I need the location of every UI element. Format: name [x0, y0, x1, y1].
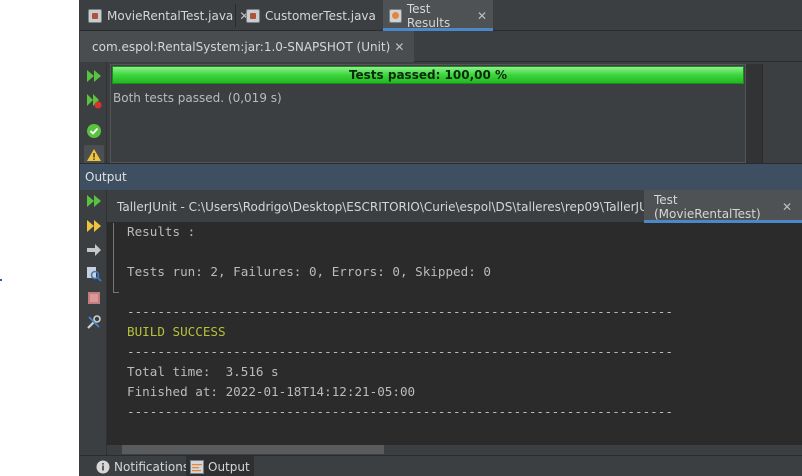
- info-icon: [96, 460, 110, 473]
- output-button[interactable]: Output: [186, 456, 254, 476]
- tab-label: CustomerTest.java: [265, 8, 376, 23]
- notifications-button[interactable]: Notifications: [92, 456, 193, 476]
- desktop-background: [0, 0, 80, 476]
- results-side-panel: [762, 64, 802, 163]
- scrollbar-thumb[interactable]: [122, 445, 384, 454]
- close-icon[interactable]: ✕: [394, 40, 404, 54]
- run-config-bar: com.espol:RentalSystem:jar:1.0-SNAPSHOT …: [80, 31, 802, 62]
- output-window-icon: [190, 459, 204, 474]
- output-title: Output: [85, 170, 127, 184]
- output-tab-label: Test (MovieRentalTest): [654, 192, 761, 221]
- arrow-right-icon[interactable]: [84, 240, 104, 260]
- close-icon[interactable]: ✕: [477, 9, 487, 23]
- tab-movie-rental-test[interactable]: MovieRentalTest.java ✕: [82, 0, 255, 31]
- horizontal-scrollbar[interactable]: [107, 445, 802, 455]
- build-status: BUILD SUCCESS: [127, 324, 226, 339]
- console-separator: ----------------------------------------…: [127, 404, 673, 419]
- output-tab-bar: TallerJUnit - C:\Users\Rodrigo\Desktop\E…: [107, 190, 802, 223]
- left-toolbar: [80, 62, 107, 476]
- java-class-icon: [246, 8, 260, 23]
- output-label: Output: [208, 459, 250, 474]
- console-separator: ----------------------------------------…: [127, 304, 673, 319]
- console-output[interactable]: Results : Tests run: 2, Failures: 0, Err…: [107, 223, 802, 445]
- console-line: Tests run: 2, Failures: 0, Errors: 0, Sk…: [127, 264, 491, 279]
- test-results-icon: [389, 8, 402, 23]
- test-results-panel: Tests passed: 100,00 % Both tests passed…: [110, 64, 746, 163]
- settings-tools-icon[interactable]: [84, 312, 104, 332]
- tab-label: MovieRentalTest.java: [107, 8, 234, 23]
- rerun-icon[interactable]: [84, 66, 104, 86]
- rerun-output-icon[interactable]: [84, 191, 104, 211]
- console-line: Total time: 3.516 s: [127, 364, 279, 379]
- run-config-label: com.espol:RentalSystem:jar:1.0-SNAPSHOT …: [92, 39, 391, 54]
- console-separator: ----------------------------------------…: [127, 344, 673, 359]
- run-config-tab[interactable]: com.espol:RentalSystem:jar:1.0-SNAPSHOT …: [80, 31, 415, 62]
- search-output-icon[interactable]: [84, 264, 104, 284]
- show-passed-icon[interactable]: [84, 121, 104, 141]
- test-status-text: Both tests passed. (0,019 s): [113, 91, 282, 105]
- editor-tab-bar: MovieRentalTest.java ✕ CustomerTest.java…: [80, 0, 802, 31]
- rerun-with-debug-icon[interactable]: [84, 216, 104, 236]
- tab-test-results[interactable]: Test Results ✕: [383, 0, 493, 31]
- bottom-status-bar: Notifications Output: [80, 455, 802, 476]
- stray-mark: [0, 279, 2, 281]
- tab-customer-test[interactable]: CustomerTest.java ✕: [240, 0, 398, 31]
- tab-divider: [235, 4, 236, 27]
- progress-label: Tests passed: 100,00 %: [348, 68, 508, 82]
- output-tab-label: TallerJUnit - C:\Users\Rodrigo\Desktop\E…: [117, 199, 664, 214]
- output-tab-test[interactable]: Test (MovieRentalTest) ✕: [644, 190, 802, 223]
- output-panel-header: Output: [80, 163, 802, 190]
- tab-label: Test Results: [406, 1, 451, 30]
- notifications-label: Notifications: [114, 459, 190, 474]
- rerun-failed-icon[interactable]: [84, 91, 104, 111]
- output-tab-taller-junit[interactable]: TallerJUnit - C:\Users\Rodrigo\Desktop\E…: [107, 190, 692, 223]
- stop-icon[interactable]: [84, 288, 104, 308]
- test-progress-bar: Tests passed: 100,00 %: [112, 66, 744, 84]
- console-line: Results :: [127, 224, 196, 239]
- fold-marker: [113, 223, 119, 293]
- results-scroll-gutter: [746, 64, 762, 163]
- close-icon[interactable]: ✕: [782, 200, 792, 214]
- java-class-icon: [88, 8, 102, 23]
- console-line: Finished at: 2022-01-18T14:12:21-05:00: [127, 384, 416, 399]
- warning-icon[interactable]: [84, 145, 104, 165]
